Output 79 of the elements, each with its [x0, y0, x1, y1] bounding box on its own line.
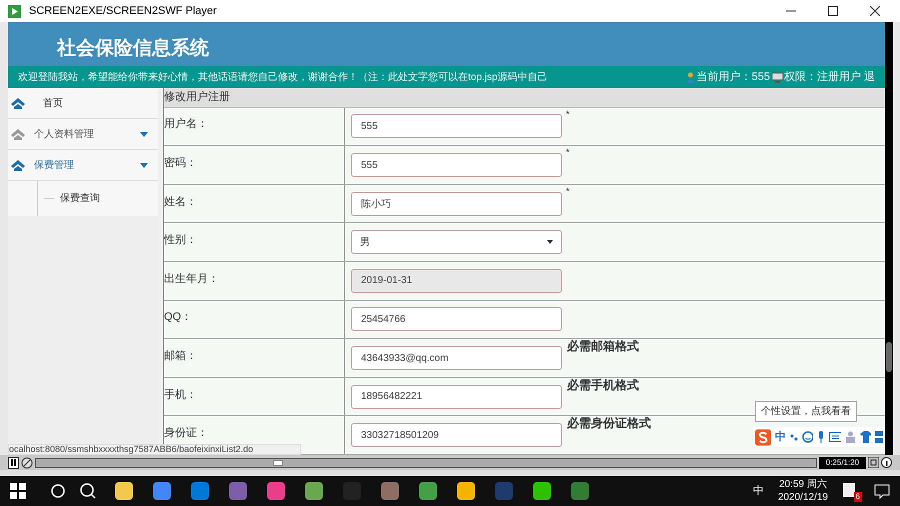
input-field[interactable]: 33032718501209 [351, 423, 562, 448]
notes-icon[interactable] [842, 482, 856, 498]
sidebar-label: 个人资料管理 [34, 128, 94, 142]
status-url: ocalhost:8080/ssmshbxxxxthsg7587ABB6/baofeixinxiList2.do [8, 444, 301, 455]
system-title: 社会保险信息系统 [57, 36, 209, 60]
field-label: 手机： [164, 388, 197, 401]
caret-icon [140, 162, 148, 168]
sidebar-label: 保费管理 [34, 158, 74, 172]
action-center-icon[interactable] [874, 483, 890, 499]
sidebar-item[interactable]: 首页 [8, 88, 158, 119]
house-icon [10, 97, 26, 109]
field-label: 邮箱： [164, 350, 197, 362]
playback-time: 0:25/1:20 [818, 456, 866, 468]
submenu-item[interactable]: 保费查询 [60, 191, 100, 206]
keyboard-icon[interactable] [828, 432, 842, 442]
app-icon[interactable] [304, 481, 324, 501]
notification-badge: 6 [854, 492, 862, 502]
input-field[interactable]: 43643933@qq.com [351, 346, 562, 370]
form-heading: 修改用户注册 [164, 88, 885, 108]
tooltip: 个性设置，点我看看 [755, 401, 857, 422]
punctuation-icon[interactable] [790, 432, 798, 442]
caret-icon [140, 132, 148, 136]
smiley-icon[interactable] [802, 431, 814, 443]
required-mark: * [566, 146, 570, 160]
pause-button[interactable] [8, 456, 19, 468]
field-label: QQ： [164, 311, 192, 324]
house-icon [10, 128, 26, 140]
field-label: 出生年月： [164, 272, 219, 285]
user-role: 权限：注册用户 [784, 70, 861, 85]
marquee-text: 欢迎登陆我站，希望能给你带来好心情，其他话语请您自己修改，谢谢合作！（注：此处文字您可以在top.jsp源码中自己 [18, 70, 548, 84]
ime-mode[interactable]: 中 [775, 428, 786, 446]
input-field[interactable]: 25454766 [351, 307, 562, 332]
field-label: 用户名： [164, 118, 208, 130]
field-label: 身份证： [164, 427, 208, 440]
current-user: 当前用户：555 [696, 70, 770, 85]
seek-bar[interactable] [34, 458, 817, 468]
app-icon[interactable] [114, 481, 134, 501]
stop-icon[interactable] [20, 456, 33, 468]
window-title: SCREEN2EXE/SCREEN2SWF Player [29, 4, 217, 19]
field-label: 密码： [164, 157, 197, 170]
dropdown-caret-icon [547, 240, 553, 244]
input-field[interactable]: 555 [351, 153, 562, 178]
input-field[interactable]: 2019-01-31 [351, 268, 562, 293]
user-icon [684, 72, 696, 82]
app-icon[interactable] [152, 481, 172, 501]
clock-date[interactable]: 2020/12/19 [778, 491, 828, 504]
sidebar-label: 首页 [43, 96, 63, 110]
fullscreen-icon[interactable] [868, 457, 880, 468]
clock-time[interactable]: 20:59 周六 [779, 478, 827, 491]
input-method[interactable]: 中 [752, 482, 764, 500]
maximize-icon[interactable] [828, 6, 838, 16]
windows-start-icon[interactable] [10, 483, 26, 499]
format-hint: 必需邮箱格式 [567, 338, 639, 356]
sidebar-item[interactable]: 保费管理 [8, 150, 158, 181]
format-hint: 必需手机格式 [567, 376, 639, 394]
grid-icon[interactable] [875, 431, 883, 443]
app-icon[interactable] [418, 481, 438, 501]
app-logo-icon [8, 4, 21, 18]
shirt-icon[interactable] [860, 431, 872, 443]
input-field[interactable]: 18956482221 [351, 384, 562, 409]
sidebar-item[interactable]: 个人资料管理 [8, 119, 158, 150]
app-icon[interactable] [532, 481, 552, 501]
format-hint: 必需身份证格式 [567, 415, 651, 432]
close-icon[interactable] [870, 6, 880, 16]
monitor-icon [772, 72, 783, 82]
info-icon[interactable] [881, 457, 892, 468]
app-icon[interactable] [266, 481, 286, 501]
gender-select[interactable]: 男 [351, 230, 562, 254]
input-field[interactable]: 陈小巧 [351, 192, 562, 216]
logout-link[interactable]: 退 [864, 68, 875, 86]
field-label: 性别： [164, 234, 197, 246]
house-icon [10, 159, 26, 171]
microphone-icon[interactable] [817, 431, 825, 443]
seek-thumb[interactable] [272, 460, 283, 466]
required-mark: * [566, 108, 570, 121]
field-label: 姓名： [164, 196, 197, 208]
input-field[interactable]: 555 [351, 114, 562, 138]
app-icon[interactable] [456, 481, 476, 501]
required-mark: * [566, 184, 570, 198]
